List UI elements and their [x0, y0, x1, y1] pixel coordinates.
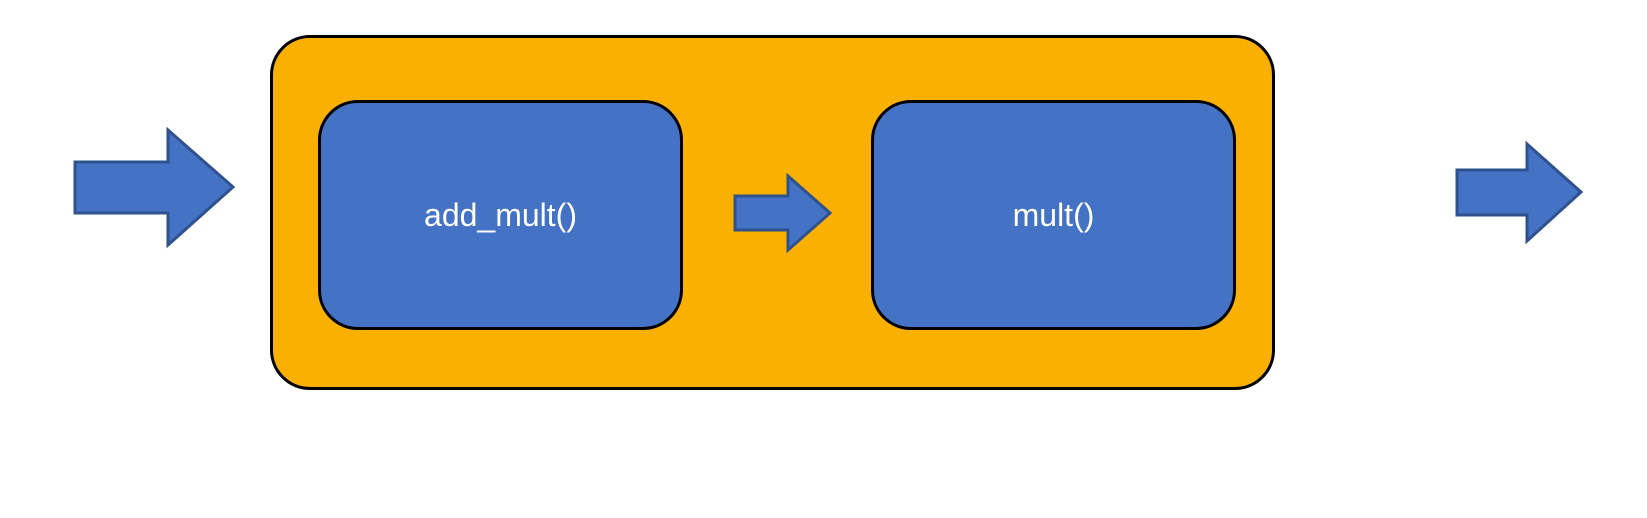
- node-mult: mult(): [871, 100, 1236, 330]
- arrow-output-icon: [1455, 140, 1585, 245]
- pipeline-container: add_mult() mult(): [270, 35, 1275, 390]
- node-add-mult-label: add_mult(): [424, 197, 577, 234]
- arrow-middle-icon: [733, 173, 833, 253]
- node-add-mult: add_mult(): [318, 100, 683, 330]
- node-mult-label: mult(): [1013, 197, 1095, 234]
- diagram-canvas: add_mult() mult(): [0, 0, 1647, 518]
- arrow-input-icon: [73, 125, 238, 250]
